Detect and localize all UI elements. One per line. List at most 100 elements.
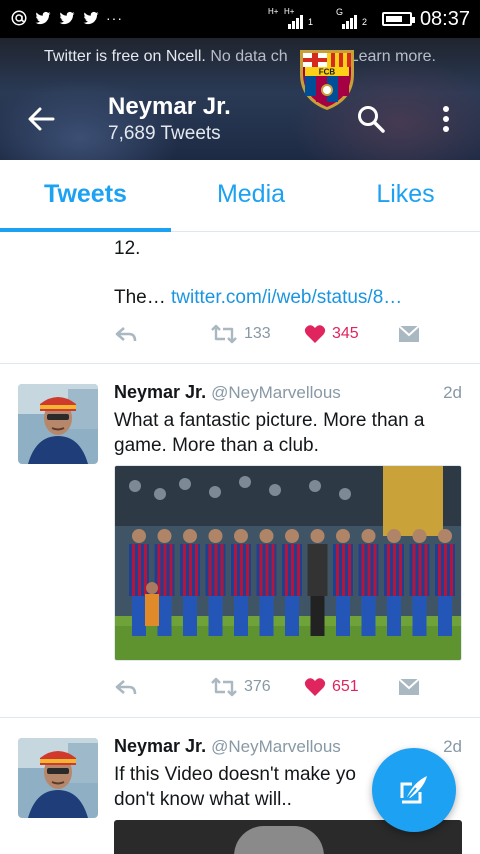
signal-sim1: H+ H+ 1: [268, 7, 326, 29]
tab-likes[interactable]: Likes: [331, 160, 480, 232]
shirt-stripe: [163, 544, 167, 596]
player-legs: [132, 596, 146, 636]
player-legs: [336, 596, 350, 636]
player-legs: [234, 596, 248, 636]
like-count: 345: [332, 325, 359, 342]
shirt-stripe: [208, 544, 212, 596]
player-head: [387, 529, 401, 543]
shirt-stripe: [183, 544, 186, 596]
player-head: [285, 529, 299, 543]
tweet-actions: 133 345: [114, 324, 424, 348]
tab-tweets[interactable]: Tweets: [0, 160, 171, 232]
direct-message-button[interactable]: [398, 677, 420, 697]
tweet-timestamp: 2d: [443, 737, 462, 756]
retweet-count: 133: [244, 325, 271, 342]
shirt-stripe: [214, 544, 218, 596]
author-handle: @NeyMarvellous: [211, 383, 341, 402]
player-legs: [387, 596, 401, 636]
avatar[interactable]: [18, 384, 98, 464]
player-legs: [157, 596, 172, 636]
tweet-text: What a fantastic picture. More than a ga…: [114, 410, 425, 456]
player-head: [259, 529, 274, 543]
compose-feather-icon: [400, 776, 427, 804]
shirt-stripe: [132, 544, 135, 596]
player-legs: [310, 596, 325, 636]
tweet-author[interactable]: Neymar Jr. @NeyMarvellous: [114, 382, 341, 403]
tweet-link[interactable]: twitter.com/i/web/status/8…: [171, 287, 402, 308]
avatar[interactable]: [18, 738, 98, 818]
envelope-icon: [398, 325, 420, 342]
retweet-button[interactable]: 376: [210, 677, 271, 697]
notification-icons: ···: [10, 9, 123, 27]
shirt-stripe: [169, 544, 173, 596]
signal-bars-icon: [287, 11, 303, 29]
profile-name: Neymar Jr.: [108, 93, 231, 120]
player-legs: [183, 596, 197, 636]
shirt-stripe: [271, 544, 275, 596]
battery-icon: [381, 12, 415, 26]
shirt-stripe: [291, 544, 294, 596]
learn-more-link[interactable]: Learn more.: [350, 48, 436, 65]
shirt-stripe: [240, 544, 243, 596]
envelope-icon: [398, 678, 420, 695]
notice-text: Twitter is free on Ncell.: [44, 48, 206, 65]
tweet-actions: 376 651: [114, 677, 424, 701]
retweet-button[interactable]: 133: [210, 324, 271, 344]
player-head: [157, 529, 172, 543]
player-head: [132, 529, 146, 543]
like-count: 651: [332, 678, 359, 695]
player-legs: [259, 596, 274, 636]
shirt-stripe: [367, 544, 371, 596]
player-head: [234, 529, 248, 543]
shirt-stripe: [342, 544, 345, 596]
back-arrow-icon[interactable]: [26, 104, 56, 134]
tweet-author[interactable]: Neymar Jr. @NeyMarvellous: [114, 736, 341, 757]
at-icon: [11, 10, 27, 26]
tweet-item[interactable]: y 12. The… twitter.com/i/web/status/8… 1…: [0, 232, 480, 363]
data-notice[interactable]: Twitter is free on Ncell. No data ch Lear…: [0, 48, 480, 66]
player-legs: [208, 596, 223, 636]
shirt-stripe: [424, 544, 428, 596]
shirt-stripe: [393, 544, 396, 596]
shirt-stripe: [361, 544, 365, 596]
tweet-photo[interactable]: [114, 465, 462, 661]
more-options-icon[interactable]: [436, 104, 456, 134]
reply-icon: [115, 680, 137, 695]
compose-tweet-button[interactable]: [372, 748, 456, 832]
player-head: [208, 529, 223, 543]
player-head: [183, 529, 197, 543]
shirt-stripe: [297, 544, 300, 596]
shirt-stripe: [234, 544, 237, 596]
tab-media[interactable]: Media: [171, 160, 331, 232]
player-legs: [412, 596, 427, 636]
shirt-stripe: [285, 544, 288, 596]
tweet-text: If this Video doesn't make yo: [114, 764, 356, 785]
player-legs: [285, 596, 299, 636]
retweet-icon: [211, 324, 237, 344]
tweet-item[interactable]: Neymar Jr. @NeyMarvellous 2d What a fant…: [0, 364, 480, 716]
shirt-stripe: [195, 544, 198, 596]
player-shirt: [307, 544, 328, 596]
more-notifications-indicator: ···: [106, 10, 123, 26]
author-handle: @NeyMarvellous: [211, 737, 341, 756]
heart-icon: [304, 325, 326, 343]
reply-button[interactable]: [114, 324, 138, 344]
reply-icon: [115, 327, 137, 342]
shirt-stripe: [387, 544, 390, 596]
avatar-image: [18, 384, 98, 464]
like-button[interactable]: 651: [304, 677, 359, 697]
shirt-stripe: [220, 544, 224, 596]
retweet-icon: [211, 677, 237, 697]
reply-button[interactable]: [114, 677, 138, 697]
direct-message-button[interactable]: [398, 324, 420, 344]
shirt-stripe: [399, 544, 402, 596]
search-icon[interactable]: [356, 104, 386, 134]
profile-tabs: Tweets Media Likes: [0, 160, 480, 232]
player-head: [438, 529, 452, 543]
shirt-stripe: [265, 544, 269, 596]
twitter-icon: [83, 11, 99, 25]
like-button[interactable]: 345: [304, 324, 359, 344]
author-name: Neymar Jr.: [114, 382, 207, 402]
shirt-stripe: [259, 544, 263, 596]
player-head: [361, 529, 376, 543]
